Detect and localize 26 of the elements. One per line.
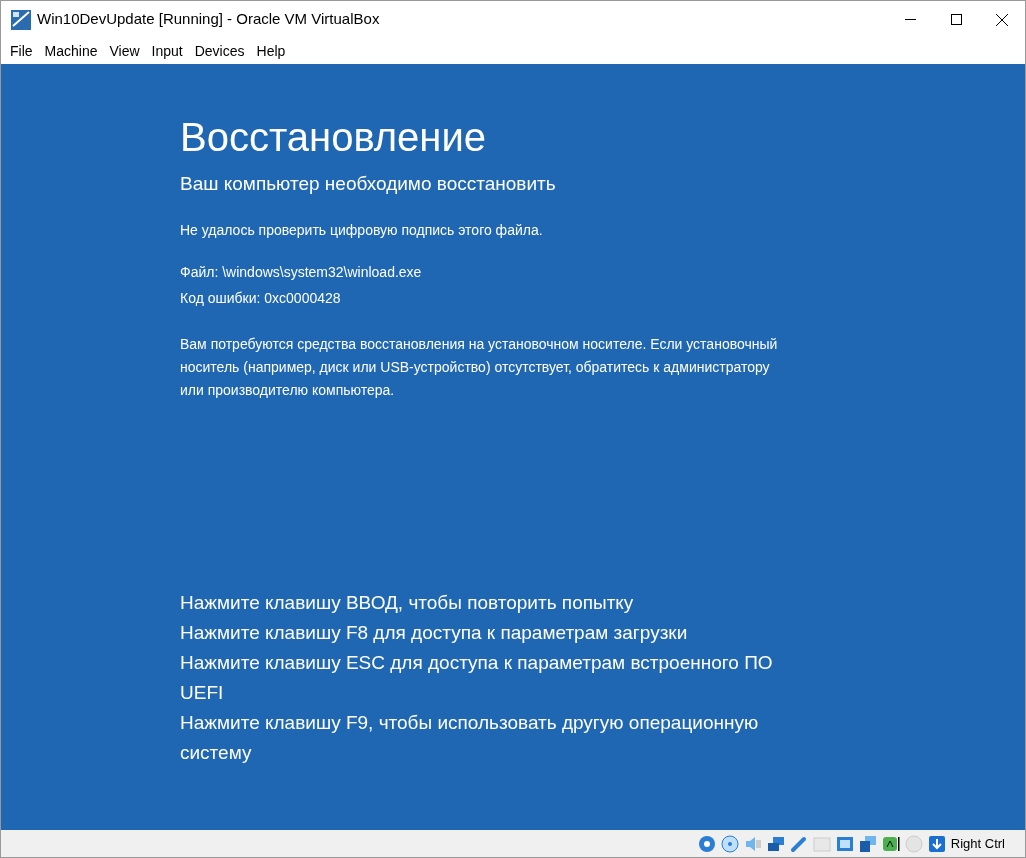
close-icon xyxy=(996,13,1008,26)
recovery-heading: Восстановление xyxy=(180,114,487,161)
error-message: Не удалось проверить цифровую подпись этого файла. xyxy=(180,220,544,240)
key-option: Нажмите клавишу ESC для доступа к параметрам встроенного ПО UEFI xyxy=(180,648,780,708)
menu-item[interactable]: Devices xyxy=(188,40,251,62)
display-icon[interactable] xyxy=(835,834,854,853)
arrow-down-icon[interactable] xyxy=(927,834,946,853)
window-title: Win10DevUpdate [Running] - Oracle VM VirtualBox xyxy=(37,9,380,30)
usb-icon[interactable] xyxy=(789,834,808,853)
key-option: Нажмите клавишу ВВОД, чтобы повторить попытку xyxy=(180,588,780,618)
menu-item[interactable]: View xyxy=(103,40,146,62)
recovery-subheading: Ваш компьютер необходимо восстановить xyxy=(180,172,557,196)
app-logo-icon xyxy=(10,8,32,31)
error-detail: Файл: \windows\system32\winload.exe xyxy=(180,262,423,282)
menu-item[interactable]: File xyxy=(4,40,39,62)
menu-item[interactable]: Machine xyxy=(38,40,104,62)
key-option: Нажмите клавишу F8 для доступа к параметрам загрузки xyxy=(180,618,780,648)
network-icon[interactable] xyxy=(766,834,785,853)
menu-item[interactable]: Help xyxy=(250,40,292,62)
key-option: Нажмите клавишу F9, чтобы использовать другую операционную систему xyxy=(180,708,780,768)
advice-text: Вам потребуются средства восстановления на установочном носителе. Если установочный носитель (например, диск или USB-устройство) отсутствует, обратитесь к администратору или производителю компьютера. xyxy=(180,334,779,400)
host-key-label: Right Ctrl xyxy=(950,834,1005,853)
maximize-icon xyxy=(950,14,962,25)
error-detail: Код ошибки: 0xc0000428 xyxy=(180,288,342,308)
optical-disc-icon[interactable] xyxy=(720,834,739,853)
menu-item[interactable]: Input xyxy=(145,40,189,62)
